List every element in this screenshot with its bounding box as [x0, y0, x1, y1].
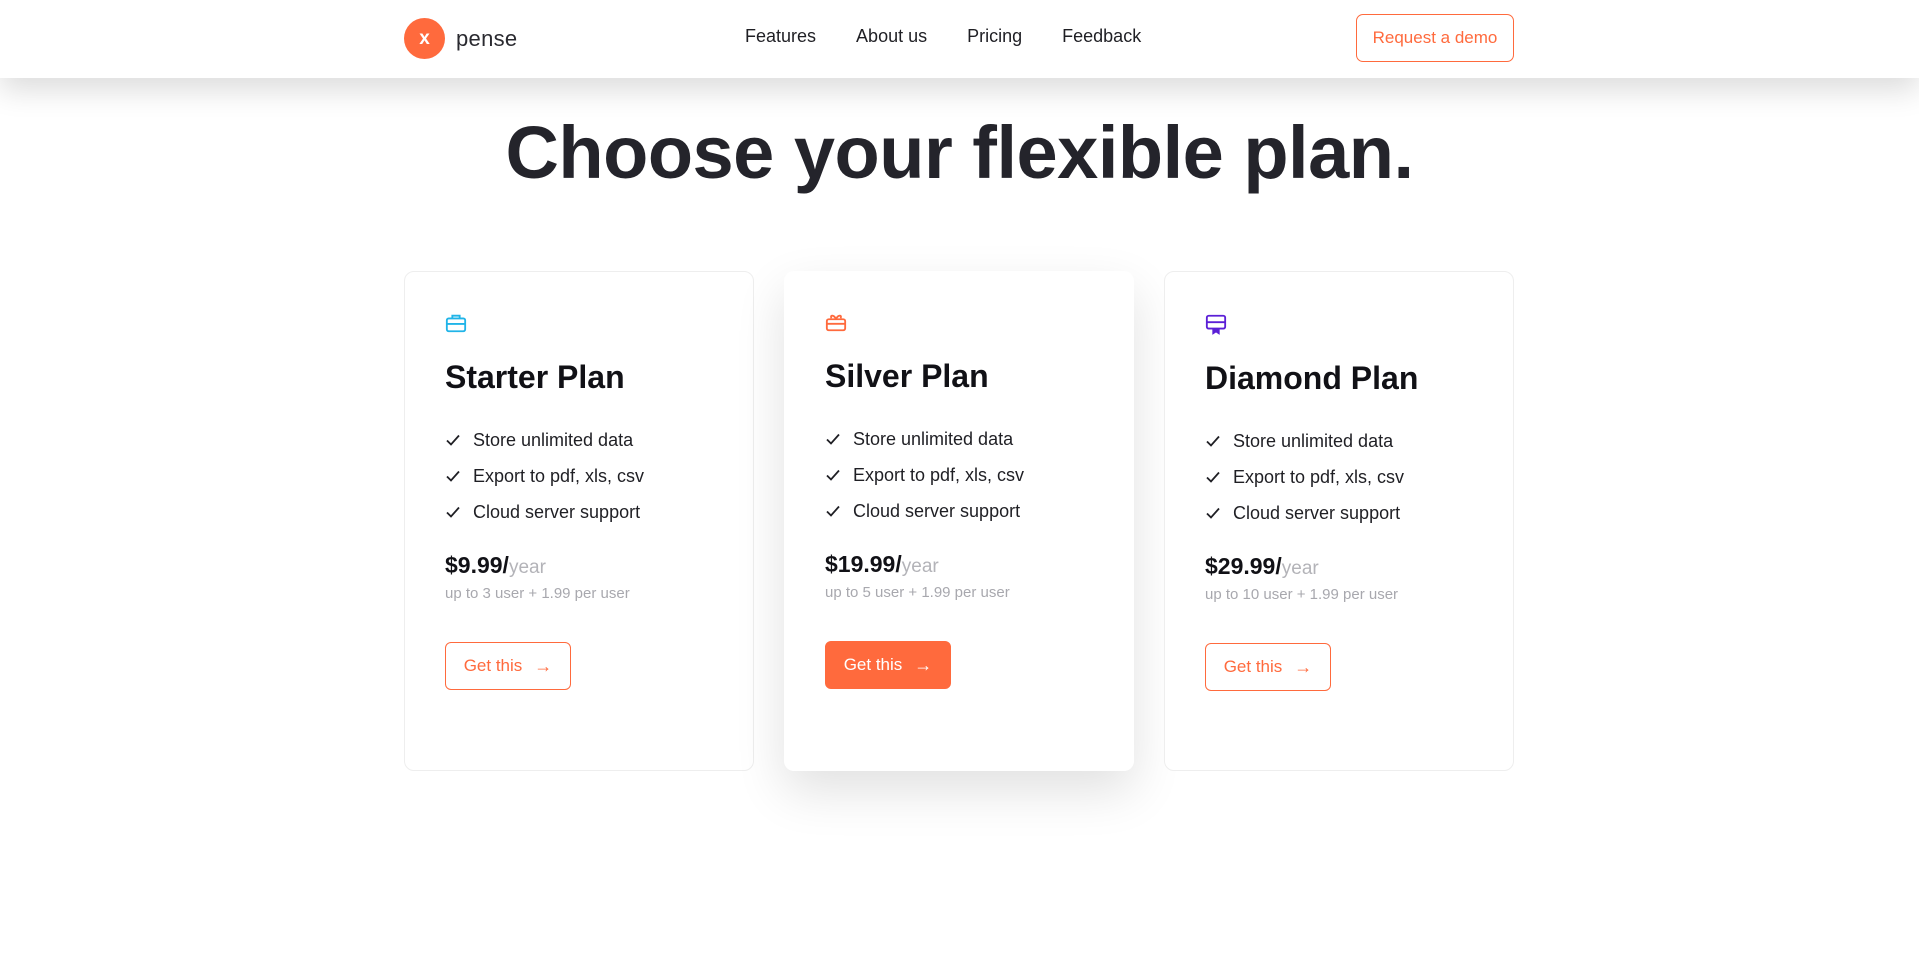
request-demo-button[interactable]: Request a demo: [1356, 14, 1514, 62]
check-icon: [1206, 435, 1220, 447]
feature-label: Export to pdf, xls, csv: [1233, 466, 1405, 487]
nav-link-feedback[interactable]: Feedback: [1062, 26, 1141, 47]
plan-name: Silver Plan: [825, 358, 989, 394]
price-amount: $9.99/: [445, 552, 509, 578]
plan-card-silver: Silver Plan Store unlimited data Export …: [784, 271, 1134, 771]
feature-list: Store unlimited data Export to pdf, xls,…: [1205, 423, 1513, 531]
get-diamond-plan-button[interactable]: Get this →: [1205, 643, 1331, 691]
main-nav: Features About us Pricing Feedback: [745, 26, 1181, 47]
price-period: year: [508, 557, 546, 578]
feature-label: Export to pdf, xls, csv: [473, 465, 645, 486]
feature-item: Store unlimited data: [445, 422, 753, 458]
brand-name: pense: [456, 25, 518, 51]
top-navbar: x pense Features About us Pricing Feedba…: [0, 0, 1919, 78]
button-label: Get this: [1223, 657, 1283, 676]
price-note: up to 3 user + 1.99 per user: [445, 585, 630, 602]
price-period: year: [901, 556, 939, 577]
logo-mark: x: [404, 18, 445, 59]
feature-list: Store unlimited data Export to pdf, xls,…: [445, 422, 753, 530]
plan-name: Diamond Plan: [1205, 360, 1419, 396]
get-starter-plan-button[interactable]: Get this →: [445, 642, 571, 690]
brand-logo[interactable]: x pense: [404, 18, 517, 59]
price: $19.99/ year: [825, 551, 1133, 578]
feature-item: Cloud server support: [445, 494, 753, 530]
price-note: up to 5 user + 1.99 per user: [825, 584, 1010, 601]
feature-list: Store unlimited data Export to pdf, xls,…: [825, 421, 1133, 529]
feature-item: Cloud server support: [825, 493, 1133, 529]
feature-label: Cloud server support: [853, 500, 1021, 521]
price-period: year: [1281, 558, 1319, 579]
get-silver-plan-button[interactable]: Get this →: [825, 641, 951, 689]
page-title: Choose your flexible plan.: [505, 111, 1414, 194]
feature-item: Export to pdf, xls, csv: [445, 458, 753, 494]
check-icon: [826, 505, 840, 517]
arrow-right-icon: →: [1294, 656, 1313, 677]
feature-label: Store unlimited data: [473, 429, 634, 450]
check-icon: [1206, 507, 1220, 519]
arrow-right-icon: →: [534, 655, 553, 676]
feature-label: Export to pdf, xls, csv: [853, 464, 1025, 485]
button-label: Get this: [843, 655, 903, 674]
check-icon: [446, 470, 460, 482]
plan-card-diamond: Diamond Plan Store unlimited data Export…: [1164, 271, 1514, 771]
feature-item: Store unlimited data: [825, 421, 1133, 457]
button-label: Get this: [463, 656, 523, 675]
feature-item: Export to pdf, xls, csv: [825, 457, 1133, 493]
plan-card-starter: Starter Plan Store unlimited data Export…: [404, 271, 754, 771]
arrow-right-icon: →: [914, 654, 933, 675]
price: $9.99/ year: [445, 552, 753, 579]
feature-label: Store unlimited data: [1233, 430, 1394, 451]
check-icon: [446, 434, 460, 446]
check-icon: [1206, 471, 1220, 483]
price: $29.99/ year: [1205, 553, 1513, 580]
nav-link-about-us[interactable]: About us: [856, 26, 927, 47]
price-amount: $19.99/: [825, 551, 902, 577]
feature-item: Export to pdf, xls, csv: [1205, 459, 1513, 495]
feature-item: Store unlimited data: [1205, 423, 1513, 459]
certificate-icon: [1205, 314, 1227, 335]
feature-item: Cloud server support: [1205, 495, 1513, 531]
gift-icon: [825, 314, 847, 332]
price-note: up to 10 user + 1.99 per user: [1205, 586, 1399, 603]
plan-name: Starter Plan: [445, 359, 625, 395]
nav-link-pricing[interactable]: Pricing: [967, 26, 1022, 47]
feature-label: Cloud server support: [1233, 502, 1401, 523]
check-icon: [826, 433, 840, 445]
check-icon: [446, 506, 460, 518]
check-icon: [826, 469, 840, 481]
price-amount: $29.99/: [1205, 553, 1282, 579]
feature-label: Store unlimited data: [853, 428, 1014, 449]
nav-link-features[interactable]: Features: [745, 26, 816, 47]
feature-label: Cloud server support: [473, 501, 641, 522]
briefcase-icon: [445, 314, 467, 333]
